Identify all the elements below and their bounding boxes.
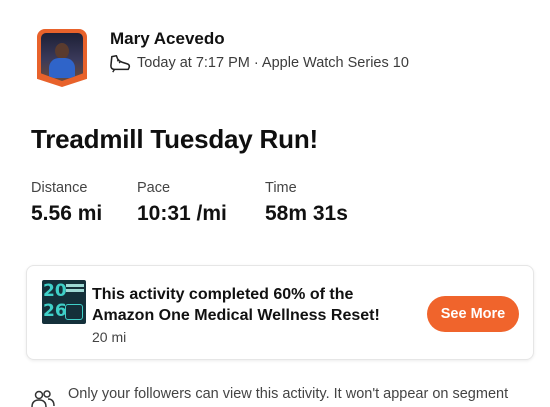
followers-icon [31,390,55,407]
stat-label: Distance [31,180,88,196]
activity-page: Mary Acevedo Today at 7:17 PM · Apple Wa… [0,0,550,407]
activity-meta: Today at 7:17 PM · Apple Watch Series 10 [137,55,409,71]
avatar-photo [41,33,83,81]
stat-value: 10:31 /mi [137,202,227,225]
stat-label: Pace [137,180,171,196]
stat-pace: Pace 10:31 /mi [137,180,227,226]
avatar-body [49,58,75,78]
privacy-notice: Only your followers can view this activi… [68,386,509,402]
stat-label: Time [265,180,297,196]
challenge-card[interactable]: 20 26 This activity completed 60% of the… [26,265,534,360]
badge-artwork [65,304,83,320]
athlete-name[interactable]: Mary Acevedo [110,29,225,49]
stat-value: 58m 31s [265,202,348,225]
stat-value: 5.56 mi [31,202,103,225]
see-more-button[interactable]: See More [427,296,519,332]
activity-title: Treadmill Tuesday Run! [31,124,318,154]
challenge-distance: 20 mi [92,329,127,345]
badge-text-lines [66,284,84,287]
athlete-avatar[interactable] [37,29,87,87]
challenge-badge-icon: 20 26 [42,280,86,324]
challenge-title: This activity completed 60% of the Amazo… [92,286,380,324]
badge-year-top: 20 [43,281,67,301]
running-shoe-icon [110,54,131,73]
stat-distance: Distance 5.56 mi [31,180,102,226]
avatar-head [55,43,69,59]
badge-year-bottom: 26 [43,301,67,321]
stat-time: Time 58m 31s [265,180,348,226]
